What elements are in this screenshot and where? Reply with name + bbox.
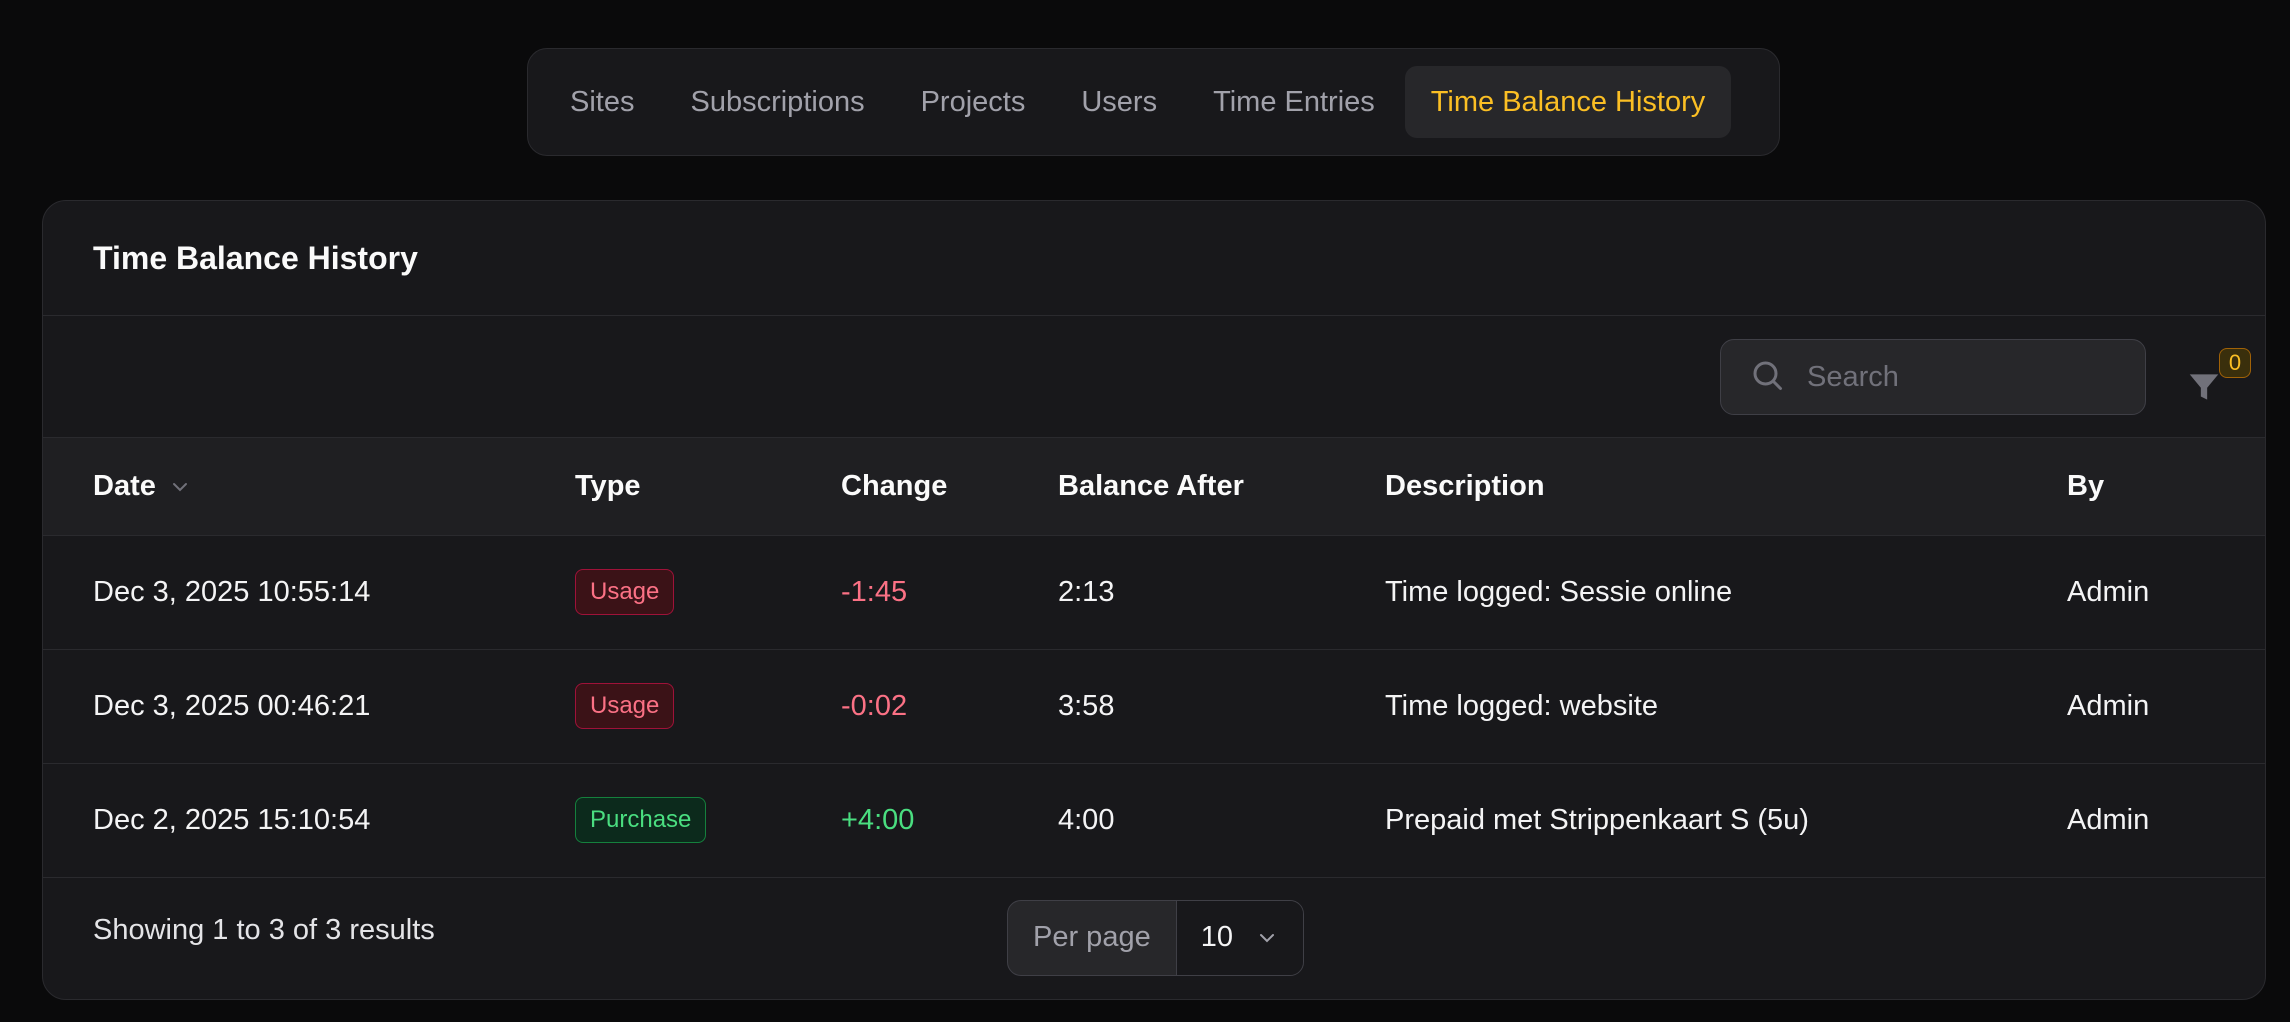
search-input[interactable] [1807, 360, 2127, 394]
card-header: Time Balance History [43, 201, 2265, 316]
time-balance-card: Time Balance History 0 Date [42, 200, 2266, 1000]
tab-users[interactable]: Users [1055, 66, 1183, 138]
type-badge-usage: Usage [575, 683, 675, 729]
cell-balance-after: 3:58 [1058, 689, 1115, 722]
table-header: Date Type Change Balance After Descripti… [43, 438, 2265, 535]
tab-time-balance-history[interactable]: Time Balance History [1404, 66, 1732, 138]
cell-description: Time logged: Sessie online [1385, 575, 1733, 608]
cell-change: -0:02 [841, 689, 908, 722]
cell-description: Time logged: website [1385, 689, 1658, 722]
search-box[interactable] [1720, 339, 2146, 415]
cell-by: Admin [2067, 575, 2150, 608]
column-header-by: By [2067, 469, 2105, 502]
cell-description: Prepaid met Strippenkaart S (5u) [1385, 803, 1809, 836]
column-header-date[interactable]: Date [43, 438, 575, 535]
column-header-change: Change [841, 469, 948, 502]
filter-button[interactable]: 0 [2175, 346, 2251, 416]
cell-by: Admin [2067, 689, 2150, 722]
column-header-date-label: Date [93, 469, 156, 502]
cell-by: Admin [2067, 803, 2150, 836]
cell-balance-after: 4:00 [1058, 803, 1115, 836]
cell-date: Dec 2, 2025 15:10:54 [93, 803, 371, 836]
column-header-balance-after: Balance After [1058, 469, 1244, 502]
per-page-control: Per page 10 [1007, 899, 1304, 976]
cell-type: Usage [575, 535, 841, 649]
filter-count-badge: 0 [2219, 348, 2251, 378]
table-row[interactable]: Dec 3, 2025 00:46:21 Usage -0:02 3:58 Ti… [43, 649, 2265, 763]
per-page-select[interactable]: 10 [1176, 900, 1303, 975]
cell-type: Purchase [575, 763, 841, 877]
column-header-description: Description [1385, 469, 1545, 502]
cell-date: Dec 3, 2025 00:46:21 [93, 689, 371, 722]
per-page-label: Per page [1008, 900, 1177, 975]
type-badge-usage: Usage [575, 569, 675, 615]
header-row: Date Type Change Balance After Descripti… [43, 438, 2265, 535]
table-toolbar: 0 [43, 316, 2265, 438]
balance-history-table: Date Type Change Balance After Descripti… [43, 438, 2265, 878]
tab-subscriptions[interactable]: Subscriptions [664, 66, 890, 138]
tab-projects[interactable]: Projects [895, 66, 1052, 138]
table-footer: Showing 1 to 3 of 3 results Per page 10 [43, 878, 2265, 998]
search-icon [1749, 357, 1785, 398]
tab-time-entries[interactable]: Time Entries [1187, 66, 1401, 138]
column-header-type: Type [575, 469, 641, 502]
resource-tabs: Sites Subscriptions Projects Users Time … [527, 48, 1780, 156]
table-body: Dec 3, 2025 10:55:14 Usage -1:45 2:13 Ti… [43, 535, 2265, 877]
cell-date: Dec 3, 2025 10:55:14 [93, 575, 371, 608]
chevron-down-icon [1259, 933, 1274, 942]
type-badge-purchase: Purchase [575, 797, 707, 843]
table-row[interactable]: Dec 2, 2025 15:10:54 Purchase +4:00 4:00… [43, 763, 2265, 877]
results-summary: Showing 1 to 3 of 3 results [93, 913, 435, 946]
cell-change: +4:00 [841, 803, 915, 836]
tab-sites[interactable]: Sites [544, 66, 660, 138]
table-row[interactable]: Dec 3, 2025 10:55:14 Usage -1:45 2:13 Ti… [43, 535, 2265, 649]
cell-change: -1:45 [841, 575, 908, 608]
per-page-value: 10 [1200, 921, 1233, 953]
cell-balance-after: 2:13 [1058, 575, 1115, 608]
card-title: Time Balance History [93, 239, 418, 276]
chevron-down-icon[interactable] [168, 475, 192, 499]
cell-type: Usage [575, 649, 841, 763]
